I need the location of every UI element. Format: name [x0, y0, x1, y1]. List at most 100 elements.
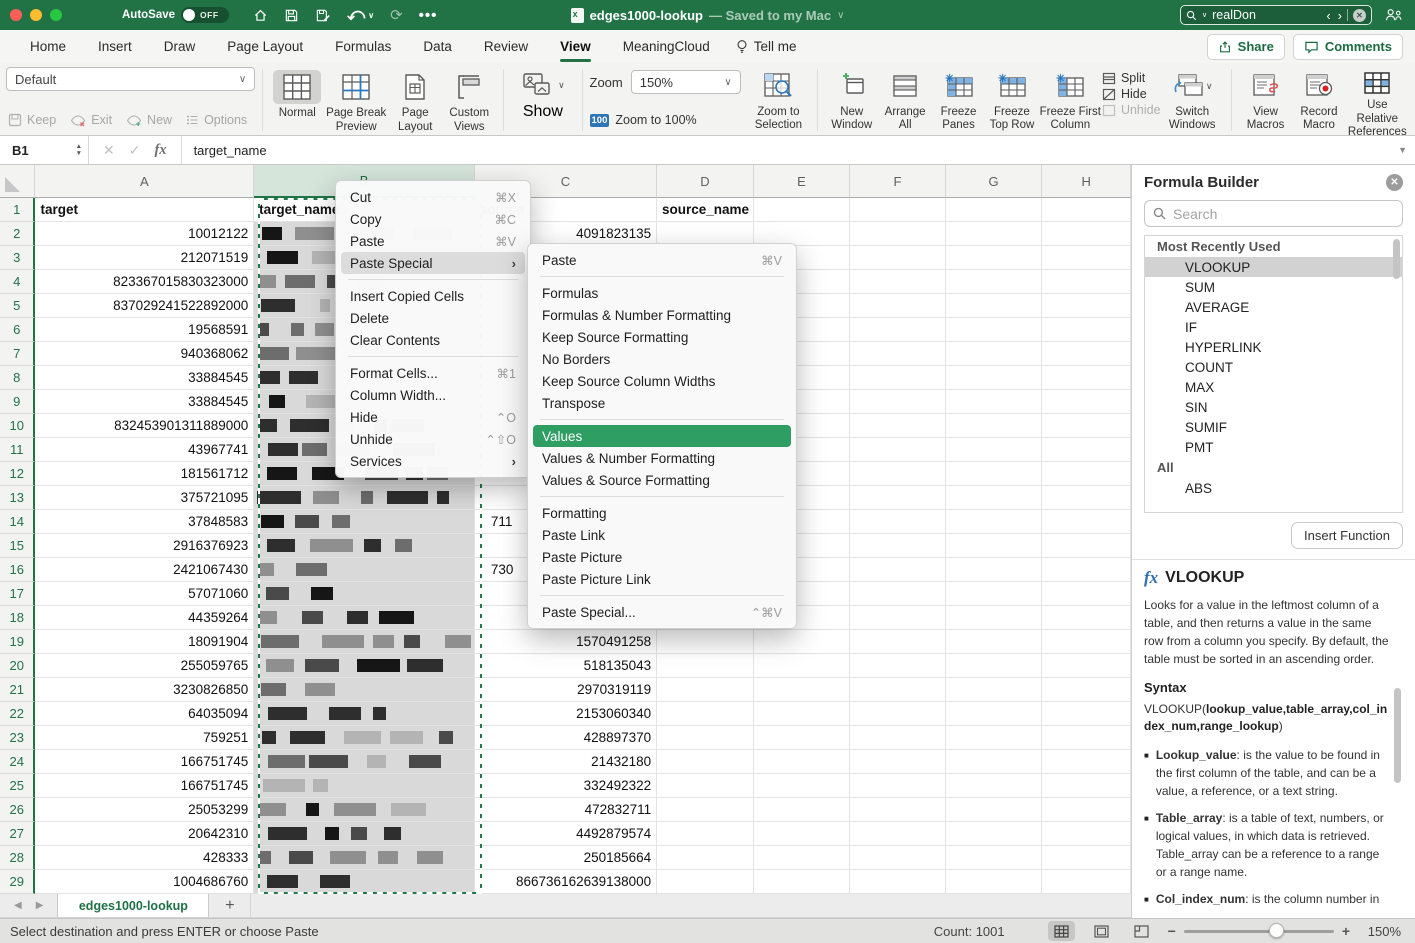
cell-A22[interactable]: 64035094: [35, 702, 254, 726]
cell-G18[interactable]: [946, 606, 1043, 630]
cell-F22[interactable]: [850, 702, 946, 726]
cell-F25[interactable]: [850, 774, 946, 798]
exit-sheet-view-button[interactable]: Exit: [70, 113, 112, 127]
new-sheet-view-button[interactable]: New: [126, 113, 172, 127]
zoom-to-selection-button[interactable]: Zoom to Selection: [747, 67, 810, 133]
cell-E26[interactable]: [754, 798, 851, 822]
cell-G21[interactable]: [946, 678, 1043, 702]
paste-special-item-paste-special[interactable]: Paste Special...⌃⌘V: [533, 601, 791, 623]
cell-F4[interactable]: [850, 270, 946, 294]
row-header-12[interactable]: 12: [0, 462, 35, 486]
row-header-17[interactable]: 17: [0, 582, 35, 606]
paste-special-item-paste-link[interactable]: Paste Link: [533, 524, 791, 546]
cell-D29[interactable]: [657, 870, 754, 894]
cell-G19[interactable]: [946, 630, 1043, 654]
cell-D25[interactable]: [657, 774, 754, 798]
minimize-window-button[interactable]: [30, 9, 42, 21]
tab-review[interactable]: Review: [468, 30, 544, 63]
context-menu-item-copy[interactable]: Copy⌘C: [341, 208, 525, 230]
cell-H29[interactable]: [1042, 870, 1131, 894]
row-header-19[interactable]: 19: [0, 630, 35, 654]
cell-F13[interactable]: [850, 486, 946, 510]
name-box[interactable]: B1 ▲▼: [0, 136, 88, 164]
column-header-F[interactable]: F: [850, 165, 946, 198]
cell-C25[interactable]: 332492322: [475, 774, 657, 798]
cell-D19[interactable]: [657, 630, 754, 654]
row-header-27[interactable]: 27: [0, 822, 35, 846]
split-button[interactable]: Split: [1102, 71, 1161, 85]
cell-C26[interactable]: 472832711: [475, 798, 657, 822]
cell-A11[interactable]: 43967741: [35, 438, 254, 462]
cell-D21[interactable]: [657, 678, 754, 702]
cell-F10[interactable]: [850, 414, 946, 438]
cell-H5[interactable]: [1042, 294, 1131, 318]
search-prev-icon[interactable]: ‹: [1326, 9, 1330, 22]
cell-G29[interactable]: [946, 870, 1043, 894]
cell-C27[interactable]: 4492879574: [475, 822, 657, 846]
page-layout-view-toggle[interactable]: [1088, 921, 1115, 941]
cell-G13[interactable]: [946, 486, 1043, 510]
paste-special-item-formatting[interactable]: Formatting: [533, 502, 791, 524]
sheet-tab-active[interactable]: edges1000-lookup: [57, 894, 209, 917]
cell-H9[interactable]: [1042, 390, 1131, 414]
cell-H18[interactable]: [1042, 606, 1131, 630]
cell-B18[interactable]: [254, 606, 475, 630]
undo-icon[interactable]: ⤺∨: [347, 5, 374, 25]
tab-meaningcloud[interactable]: MeaningCloud: [607, 30, 726, 63]
cell-G10[interactable]: [946, 414, 1043, 438]
cell-H26[interactable]: [1042, 798, 1131, 822]
presence-icon[interactable]: [1384, 7, 1403, 23]
cell-H2[interactable]: [1042, 222, 1131, 246]
function-item-abs[interactable]: ABS: [1145, 478, 1402, 498]
context-menu-item-insert-copied-cells[interactable]: Insert Copied Cells: [341, 285, 525, 307]
cell-B23[interactable]: [254, 726, 475, 750]
zoom-slider-thumb[interactable]: [1269, 923, 1284, 938]
cell-G7[interactable]: [946, 342, 1043, 366]
cell-B22[interactable]: [254, 702, 475, 726]
paste-special-item-transpose[interactable]: Transpose: [533, 392, 791, 414]
cell-A18[interactable]: 44359264: [35, 606, 254, 630]
column-header-G[interactable]: G: [946, 165, 1043, 198]
zoom-slider[interactable]: − +: [1168, 923, 1350, 939]
freeze-first-column-button[interactable]: ✳ Freeze First Column: [1039, 67, 1102, 133]
row-header-2[interactable]: 2: [0, 222, 35, 246]
cell-F28[interactable]: [850, 846, 946, 870]
cell-A9[interactable]: 33884545: [35, 390, 254, 414]
cell-F27[interactable]: [850, 822, 946, 846]
cell-B25[interactable]: [254, 774, 475, 798]
detail-scrollbar[interactable]: [1394, 688, 1401, 783]
cell-C28[interactable]: 250185664: [475, 846, 657, 870]
cell-B24[interactable]: [254, 750, 475, 774]
paste-special-item-no-borders[interactable]: No Borders: [533, 348, 791, 370]
row-header-16[interactable]: 16: [0, 558, 35, 582]
arrange-all-button[interactable]: Arrange All: [878, 67, 931, 133]
cell-H17[interactable]: [1042, 582, 1131, 606]
cell-A29[interactable]: 1004686760: [35, 870, 254, 894]
function-item-count[interactable]: COUNT: [1145, 357, 1402, 377]
cell-H23[interactable]: [1042, 726, 1131, 750]
cell-E27[interactable]: [754, 822, 851, 846]
cell-F29[interactable]: [850, 870, 946, 894]
cell-A12[interactable]: 181561712: [35, 462, 254, 486]
cell-A4[interactable]: 823367015830323000: [35, 270, 254, 294]
row-header-1[interactable]: 1: [0, 198, 35, 222]
cell-B27[interactable]: [254, 822, 475, 846]
cell-C21[interactable]: 2970319119: [475, 678, 657, 702]
home-icon[interactable]: [253, 8, 268, 23]
freeze-top-row-button[interactable]: ✳ Freeze Top Row: [985, 67, 1038, 133]
cell-H24[interactable]: [1042, 750, 1131, 774]
page-break-view-toggle[interactable]: [1128, 921, 1155, 941]
keep-sheet-view-button[interactable]: Keep: [8, 113, 56, 127]
cell-D27[interactable]: [657, 822, 754, 846]
cell-H1[interactable]: [1042, 198, 1131, 222]
cell-A17[interactable]: 57071060: [35, 582, 254, 606]
hide-button[interactable]: Hide: [1102, 87, 1161, 101]
row-header-22[interactable]: 22: [0, 702, 35, 726]
cell-D23[interactable]: [657, 726, 754, 750]
row-header-25[interactable]: 25: [0, 774, 35, 798]
formula-input[interactable]: target_name: [194, 143, 267, 158]
paste-special-item-values-source-formatting[interactable]: Values & Source Formatting: [533, 469, 791, 491]
cell-A7[interactable]: 940368062: [35, 342, 254, 366]
formula-bar-expand-icon[interactable]: ▼: [1398, 145, 1407, 155]
cancel-icon[interactable]: ✕: [103, 142, 115, 159]
